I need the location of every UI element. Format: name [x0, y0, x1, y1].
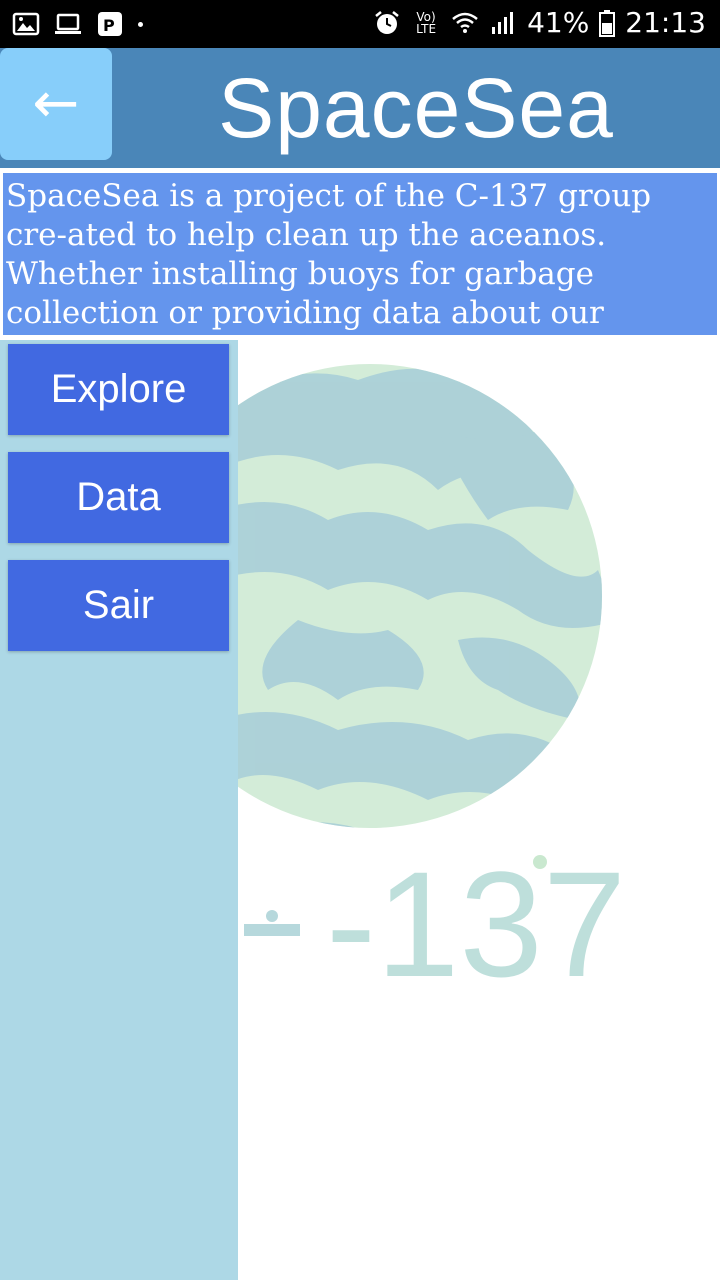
- alarm-icon: [375, 10, 399, 34]
- description-text: SpaceSea is a project of the C-137 group…: [3, 173, 717, 335]
- app-header: ← SpaceSea: [0, 48, 720, 168]
- data-button[interactable]: Data: [8, 452, 229, 543]
- sair-button[interactable]: Sair: [8, 560, 229, 651]
- battery-percent: 41%: [527, 6, 590, 39]
- wifi-icon: [452, 12, 478, 33]
- more-notifications-icon: [138, 21, 143, 27]
- back-arrow-icon: ←: [32, 71, 80, 136]
- volte-icon: Vo) LTE: [416, 9, 437, 36]
- notification-icons: P: [12, 10, 143, 38]
- c137-logo: -137: [238, 364, 626, 1008]
- svg-text:-137: -137: [326, 840, 626, 1008]
- signal-icon: [492, 11, 514, 34]
- explore-button[interactable]: Explore: [8, 344, 229, 435]
- svg-text:P: P: [103, 16, 115, 35]
- parking-icon: P: [98, 12, 122, 36]
- sidebar: Explore Data Sair: [0, 340, 238, 1280]
- page-title: SpaceSea: [218, 60, 614, 155]
- clock: 21:13: [625, 6, 706, 39]
- globe-icon: [238, 364, 602, 828]
- system-status: Vo) LTE 41% 21:13: [373, 6, 706, 39]
- laptop-icon: [55, 13, 81, 34]
- logo-text: -137: [244, 840, 626, 1008]
- image-icon: [12, 12, 40, 36]
- battery-icon: [599, 9, 616, 37]
- status-bar: P Vo) LTE 41% 21:13: [0, 0, 720, 48]
- back-button[interactable]: ←: [0, 48, 112, 160]
